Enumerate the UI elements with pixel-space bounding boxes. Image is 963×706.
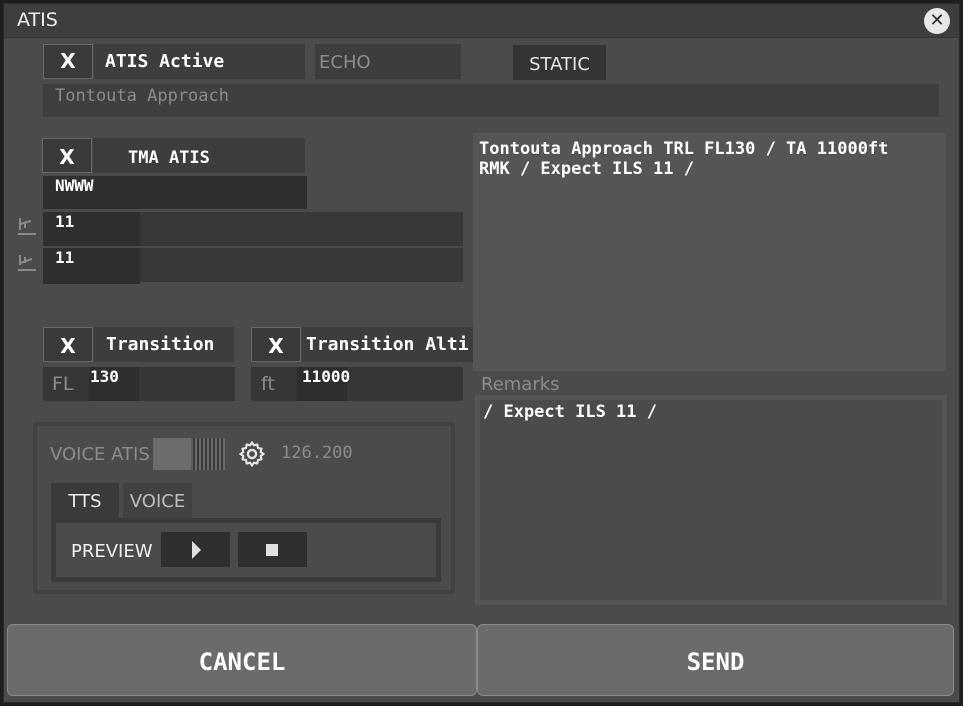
icao-code-input[interactable]: NWWW <box>43 176 307 209</box>
static-toggle[interactable]: STATIC <box>513 45 606 80</box>
transition-level-checkbox[interactable]: X <box>43 327 93 362</box>
stop-icon <box>266 544 278 556</box>
remarks-label: Remarks <box>481 374 560 395</box>
atis-preview-line-2: RMK / Expect ILS 11 / <box>479 159 694 179</box>
echo-toggle[interactable]: ECHO <box>315 44 461 79</box>
toggle-handle <box>193 438 225 470</box>
atis-preview-textarea[interactable]: Tontouta Approach TRL FL130 / TA 11000ft… <box>473 133 946 371</box>
departure-runway-input[interactable]: 11 <box>43 248 140 284</box>
arrival-runway-bar <box>140 212 463 246</box>
cancel-button[interactable]: CANCEL <box>7 624 477 696</box>
stop-button[interactable] <box>238 532 307 567</box>
transition-level-label: Transition <box>94 327 234 362</box>
title-bar: ATIS ✕ <box>4 4 959 38</box>
preview-label: PREVIEW <box>71 541 153 562</box>
play-icon <box>192 541 201 559</box>
departure-plane-icon <box>17 251 37 273</box>
tma-atis-checkbox[interactable]: X <box>42 138 92 173</box>
tab-tts[interactable]: TTS <box>51 483 119 519</box>
arrival-runway-input[interactable]: 11 <box>43 212 140 246</box>
send-button[interactable]: SEND <box>477 624 954 696</box>
atis-active-checkbox[interactable]: X <box>43 44 93 79</box>
tab-voice[interactable]: VOICE <box>123 483 192 519</box>
tma-atis-label: TMA ATIS <box>93 138 305 173</box>
remarks-textarea[interactable]: / Expect ILS 11 / <box>475 395 947 605</box>
play-button[interactable] <box>161 532 230 567</box>
transition-alt-checkbox[interactable]: X <box>251 327 301 362</box>
transition-alt-label: Transition Alti <box>302 327 488 362</box>
window-title: ATIS <box>17 9 58 31</box>
atis-preview-line-1: Tontouta Approach TRL FL130 / TA 11000ft <box>479 139 889 159</box>
station-name-input[interactable]: Tontouta Approach <box>43 84 939 117</box>
ft-prefix: ft <box>261 373 275 395</box>
voice-atis-label: VOICE ATIS <box>50 444 150 465</box>
transition-level-field: FL 130 <box>43 367 235 401</box>
gear-icon[interactable] <box>238 440 266 468</box>
voice-atis-toggle[interactable] <box>153 438 225 470</box>
departure-runway-bar <box>140 248 463 282</box>
transition-alt-input[interactable]: 11000 <box>302 367 350 386</box>
arrival-plane-icon <box>17 215 37 237</box>
transition-level-input[interactable]: 130 <box>90 367 119 386</box>
close-icon[interactable]: ✕ <box>924 8 950 34</box>
atis-active-label: ATIS Active <box>94 44 305 79</box>
voice-frequency: 126.200 <box>281 443 353 463</box>
remarks-value: / Expect ILS 11 / <box>483 402 657 422</box>
fl-prefix: FL <box>52 373 74 395</box>
transition-alt-field: ft 11000 <box>251 367 463 401</box>
